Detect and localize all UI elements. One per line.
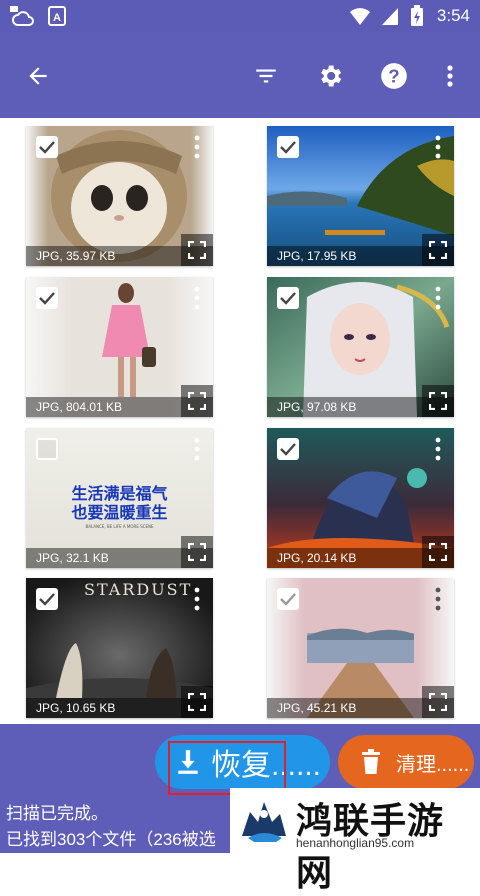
select-checkbox[interactable]	[36, 438, 58, 460]
settings-button[interactable]	[312, 58, 348, 94]
check-icon	[280, 443, 296, 456]
check-icon	[280, 593, 296, 606]
trash-icon	[362, 749, 380, 774]
item-menu-icon[interactable]	[193, 586, 201, 612]
expand-button[interactable]	[181, 536, 213, 568]
photo-card[interactable]: 生活满是福气 也要温暖重生 BALANCE, BE LIFE A MORE SC…	[26, 428, 213, 568]
cloud-sync-icon	[10, 6, 34, 26]
expand-button[interactable]	[422, 536, 454, 568]
expand-button[interactable]	[181, 686, 213, 718]
expand-button[interactable]	[422, 234, 454, 266]
fullscreen-icon	[429, 543, 447, 561]
overflow-menu-button[interactable]	[436, 58, 464, 94]
watermark: 鸿联手游网 henanhonglian95.com	[230, 788, 480, 894]
fullscreen-icon	[429, 241, 447, 259]
expand-button[interactable]	[422, 686, 454, 718]
watermark-logo	[242, 802, 286, 842]
photo-card[interactable]: JPG, 45.21 KB	[267, 578, 454, 718]
fullscreen-icon	[429, 392, 447, 410]
fullscreen-icon	[188, 241, 206, 259]
expand-button[interactable]	[181, 385, 213, 417]
check-icon	[39, 292, 55, 305]
clock: 3:54	[436, 6, 470, 25]
files-found-status: 已找到303个文件（236被选	[6, 830, 216, 849]
photo-card[interactable]: JPG, 97.08 KB	[267, 277, 454, 417]
fullscreen-icon	[188, 392, 206, 410]
filter-button[interactable]	[248, 58, 284, 94]
item-menu-icon[interactable]	[434, 436, 442, 462]
svg-text:A: A	[53, 12, 61, 24]
battery-charging-icon	[411, 5, 423, 26]
poster-line-2: 也要温暖重生	[71, 503, 168, 522]
back-arrow-icon	[29, 67, 47, 85]
item-menu-icon[interactable]	[434, 285, 442, 311]
photo-card[interactable]: STARDUST JPG, 10.65 KB	[26, 578, 213, 718]
item-menu-icon[interactable]	[434, 586, 442, 612]
more-vertical-icon	[447, 65, 453, 87]
expand-button[interactable]	[422, 385, 454, 417]
select-checkbox[interactable]	[36, 287, 58, 309]
svg-text:?: ?	[388, 65, 399, 86]
select-checkbox[interactable]	[277, 438, 299, 460]
wifi-icon	[350, 8, 370, 25]
gear-icon	[321, 65, 342, 87]
select-checkbox[interactable]	[277, 287, 299, 309]
poster-line-1: 生活满是福气	[71, 484, 168, 503]
back-button[interactable]	[20, 58, 56, 94]
fullscreen-icon	[188, 543, 206, 561]
photo-grid: JPG, 35.97 KB JPG, 17.95 KB JPG, 804.01 …	[0, 118, 480, 724]
check-icon	[280, 141, 296, 154]
scan-status: 扫描已完成。	[6, 804, 108, 823]
fullscreen-icon	[188, 693, 206, 711]
item-menu-icon[interactable]	[193, 285, 201, 311]
app-bar: ?	[0, 32, 480, 118]
clean-button[interactable]: 清理......	[338, 735, 474, 789]
signal-icon	[382, 8, 398, 25]
select-checkbox[interactable]	[277, 136, 299, 158]
status-bar: A 3:54	[0, 0, 480, 32]
fullscreen-icon	[429, 693, 447, 711]
help-icon: ?	[381, 63, 407, 89]
select-checkbox[interactable]	[36, 136, 58, 158]
stardust-title: STARDUST	[84, 580, 193, 599]
watermark-url: henanhonglian95.com	[296, 836, 415, 850]
expand-button[interactable]	[181, 234, 213, 266]
photo-card[interactable]: JPG, 17.95 KB	[267, 126, 454, 266]
filter-icon	[256, 69, 276, 83]
help-button[interactable]: ?	[376, 58, 412, 94]
photo-card[interactable]: JPG, 804.01 KB	[26, 277, 213, 417]
check-icon	[39, 141, 55, 154]
poster-small-text: BALANCE, BE LIFE A MORE SCENE	[85, 524, 154, 529]
check-icon	[280, 292, 296, 305]
notification-a-icon: A	[48, 6, 66, 26]
photo-card[interactable]: JPG, 20.14 KB	[267, 428, 454, 568]
photo-card[interactable]: JPG, 35.97 KB	[26, 126, 213, 266]
item-menu-icon[interactable]	[434, 134, 442, 160]
item-menu-icon[interactable]	[193, 436, 201, 462]
select-checkbox[interactable]	[36, 588, 58, 610]
highlight-box	[168, 741, 286, 795]
check-icon	[39, 593, 55, 606]
clean-label: 清理......	[396, 753, 470, 776]
item-menu-icon[interactable]	[193, 134, 201, 160]
select-checkbox[interactable]	[277, 588, 299, 610]
